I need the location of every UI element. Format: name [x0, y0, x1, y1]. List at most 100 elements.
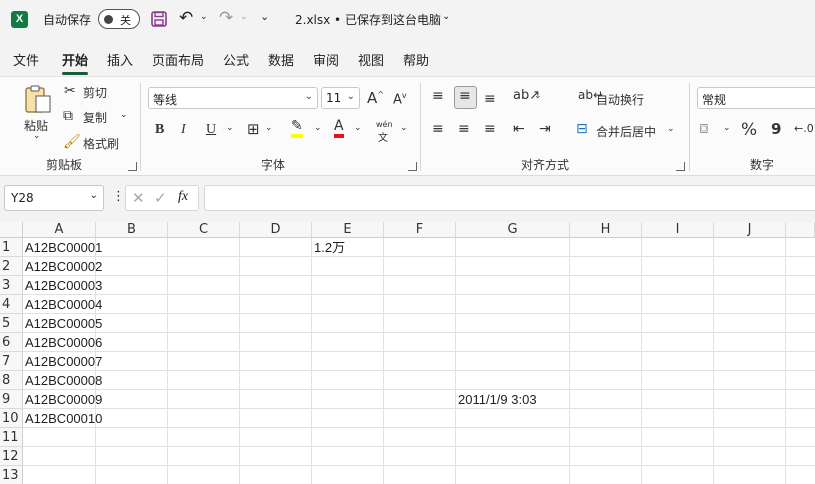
chevron-down-icon[interactable]: ⌄ [667, 124, 675, 134]
row-header-11[interactable]: 11 [0, 428, 23, 447]
row-header-6[interactable]: 6 [0, 333, 23, 352]
row-header-13[interactable]: 13 [0, 466, 23, 484]
align-middle-button[interactable]: ≡ [454, 86, 477, 109]
font-name-dropdown[interactable]: 等线 ⌄ [148, 87, 318, 109]
row-header-7[interactable]: 7 [0, 352, 23, 371]
chevron-down-icon[interactable]: ⌄ [400, 123, 408, 133]
column-header-e[interactable]: E [312, 222, 384, 238]
chevron-down-icon[interactable]: ⌄ [265, 123, 273, 133]
merge-center-button[interactable]: 合并后居中 [596, 123, 656, 140]
autosave-toggle[interactable]: 关 [98, 9, 140, 29]
row-header-10[interactable]: 10 [0, 409, 23, 428]
row-header-1[interactable]: 1 [0, 238, 23, 257]
cell-a9[interactable]: A12BC00009 [25, 390, 102, 409]
tab-home[interactable]: 开始 [62, 50, 89, 75]
row-header-5[interactable]: 5 [0, 314, 23, 333]
chevron-down-icon[interactable]: ⌄ [120, 110, 128, 120]
cell-a1[interactable]: A12BC00001 [25, 238, 102, 257]
increase-indent-icon[interactable]: ⇥ [539, 121, 551, 137]
increase-font-icon[interactable]: A^ [367, 89, 384, 107]
select-all-corner[interactable] [0, 222, 23, 238]
tab-file[interactable]: 文件 [13, 50, 39, 69]
bold-button[interactable]: B [155, 122, 164, 138]
cell-e1[interactable]: 1.2万 [314, 238, 345, 257]
row-header-8[interactable]: 8 [0, 371, 23, 390]
save-icon[interactable] [151, 11, 167, 27]
increase-decimal-icon[interactable]: ←.0 [794, 122, 814, 135]
cut-button[interactable]: 剪切 [83, 84, 107, 101]
cell-a10[interactable]: A12BC00010 [25, 409, 102, 428]
undo-icon[interactable]: ↶ [179, 8, 193, 28]
clipboard-launcher-icon[interactable] [128, 162, 137, 171]
italic-button[interactable]: I [181, 122, 186, 138]
tab-view[interactable]: 视图 [358, 50, 384, 69]
chevron-down-icon[interactable]: ⌄ [442, 11, 450, 22]
tab-insert[interactable]: 插入 [107, 50, 133, 69]
insert-function-button[interactable]: fx [178, 189, 188, 205]
customize-toolbar-icon[interactable]: ⌄ [260, 10, 269, 23]
file-title[interactable]: 2.xlsx • 已保存到这台电脑 [295, 11, 441, 28]
column-header-c[interactable]: C [168, 222, 240, 238]
tab-help[interactable]: 帮助 [403, 50, 429, 69]
tab-review[interactable]: 审阅 [313, 50, 339, 69]
align-top-icon[interactable]: ≡ [432, 88, 444, 104]
paste-icon[interactable] [24, 84, 52, 114]
column-header-b[interactable]: B [96, 222, 168, 238]
align-right-icon[interactable]: ≡ [484, 121, 496, 137]
comma-style-button[interactable]: 9 [771, 120, 781, 138]
chevron-down-icon[interactable]: ⌄ [354, 123, 362, 133]
chevron-down-icon[interactable]: ⌄ [314, 123, 322, 133]
more-options-icon[interactable]: ⋮ [112, 189, 125, 204]
align-left-icon[interactable]: ≡ [432, 121, 444, 137]
font-size-dropdown[interactable]: 11 ⌄ [321, 87, 360, 109]
column-header-h[interactable]: H [570, 222, 642, 238]
align-bottom-icon[interactable]: ≡ [484, 91, 496, 107]
align-center-icon[interactable]: ≡ [458, 121, 470, 137]
chevron-down-icon[interactable]: ⌄ [723, 123, 731, 133]
column-header-d[interactable]: D [240, 222, 312, 238]
tab-formulas[interactable]: 公式 [223, 50, 249, 69]
column-header-i[interactable]: I [642, 222, 714, 238]
cell-a2[interactable]: A12BC00002 [25, 257, 102, 276]
cell-a6[interactable]: A12BC00006 [25, 333, 102, 352]
chevron-down-icon[interactable]: ⌄ [534, 91, 542, 101]
font-launcher-icon[interactable] [408, 162, 417, 171]
cell-a8[interactable]: A12BC00008 [25, 371, 102, 390]
alignment-launcher-icon[interactable] [676, 162, 685, 171]
row-header-9[interactable]: 9 [0, 390, 23, 409]
number-format-dropdown[interactable]: 常规 [697, 87, 815, 109]
tab-data[interactable]: 数据 [268, 50, 294, 69]
fill-color-icon[interactable]: ✎ [291, 119, 303, 138]
column-header-j[interactable]: J [714, 222, 786, 238]
chevron-down-icon[interactable]: ⌄ [240, 12, 248, 22]
cell-a7[interactable]: A12BC00007 [25, 352, 102, 371]
phonetic-guide-button[interactable]: wén [376, 120, 393, 129]
chevron-down-icon[interactable]: ⌄ [226, 123, 234, 133]
row-header-2[interactable]: 2 [0, 257, 23, 276]
chevron-down-icon[interactable]: ⌄ [33, 131, 41, 141]
column-header-g[interactable]: G [456, 222, 570, 238]
accounting-format-icon[interactable]: ⌼ [700, 122, 708, 137]
row-header-12[interactable]: 12 [0, 447, 23, 466]
chevron-down-icon[interactable]: ⌄ [200, 12, 208, 22]
copy-button[interactable]: 复制 [83, 109, 107, 126]
decrease-font-icon[interactable]: Av [393, 91, 407, 107]
wrap-text-button[interactable]: 自动换行 [596, 91, 644, 108]
tab-page-layout[interactable]: 页面布局 [152, 50, 204, 69]
format-painter-button[interactable]: 格式刷 [83, 135, 119, 152]
name-box[interactable]: Y28 ⌄ [4, 185, 104, 211]
percent-button[interactable]: % [741, 120, 757, 140]
underline-button[interactable]: U [206, 122, 216, 138]
enter-icon[interactable]: ✓ [154, 189, 167, 207]
row-header-3[interactable]: 3 [0, 276, 23, 295]
cell-g9[interactable]: 2011/1/9 3:03 [458, 390, 537, 409]
cell-a5[interactable]: A12BC00005 [25, 314, 102, 333]
font-color-button[interactable]: A [334, 119, 344, 138]
row-header-4[interactable]: 4 [0, 295, 23, 314]
decrease-indent-icon[interactable]: ⇤ [513, 121, 525, 137]
formula-input[interactable] [204, 185, 815, 211]
borders-icon[interactable]: ⊞ [247, 120, 260, 138]
cancel-icon[interactable]: ✕ [132, 189, 145, 207]
cell-a4[interactable]: A12BC00004 [25, 295, 102, 314]
column-header-a[interactable]: A [23, 222, 96, 238]
